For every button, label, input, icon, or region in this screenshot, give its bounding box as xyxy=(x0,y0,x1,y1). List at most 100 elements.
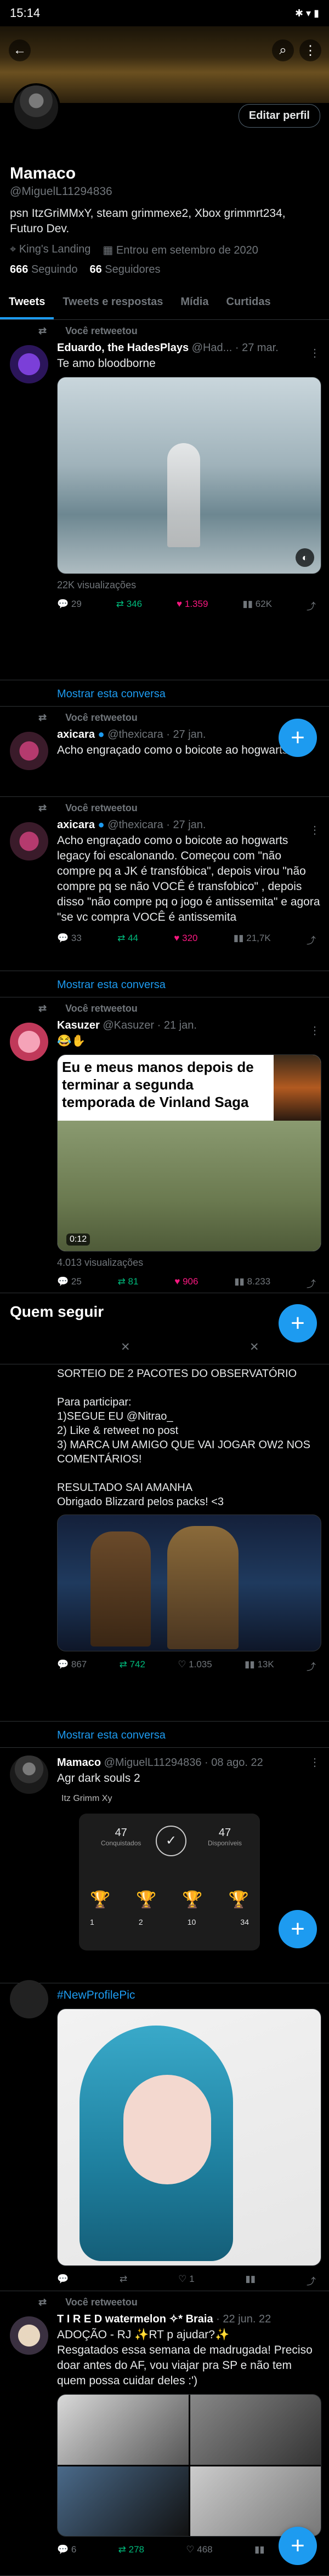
share-icon[interactable]: ⤴ xyxy=(307,2274,316,2287)
tweet-header: axicara ● @thexicara · 27 jan. xyxy=(57,819,206,831)
retweet-button[interactable]: ⇄ xyxy=(120,2274,127,2287)
more-icon[interactable]: ⋮ xyxy=(309,823,320,837)
tweet-actions: 💬 29 ⇄ 346 ♥ 1.359 ▮▮ 62K ⤴ xyxy=(57,599,321,612)
retweet-button[interactable]: ⇄ 44 xyxy=(117,933,138,946)
show-conversation-link[interactable]: Mostrar esta conversa xyxy=(0,1722,329,1748)
compose-button[interactable]: + xyxy=(279,719,317,757)
retweet-button[interactable]: ⇄ 81 xyxy=(118,1276,139,1290)
meme-caption: Eu e meus manos depois de terminar a seg… xyxy=(62,1059,254,1110)
like-button[interactable]: ♥ 320 xyxy=(174,933,197,946)
tweet-actions: 💬 25 ⇄ 81 ♥ 906 ▮▮ 8.233 ⤴ xyxy=(57,1276,321,1290)
reply-button[interactable]: 💬 33 xyxy=(57,933,82,946)
tweet[interactable]: ⇄ Você retweetou ⋮ Kasuzer @Kasuzer · 21 … xyxy=(0,997,329,1293)
tweet[interactable]: ⇄ Você retweetou ⋮ axicara ● @thexicara ·… xyxy=(0,797,329,971)
more-options-icon[interactable]: ⋮ xyxy=(299,39,321,61)
mute-icon[interactable]: ◐ xyxy=(296,548,314,567)
edit-profile-button[interactable]: Editar perfil xyxy=(238,104,320,128)
show-conversation-link[interactable]: Mostrar esta conversa xyxy=(0,971,329,997)
tweet-actions: 💬 ⇄ ♡ 1 ▮▮ ⤴ xyxy=(57,2274,321,2287)
checkmark-icon: ✓ xyxy=(156,1826,186,1856)
tweet-actions: 💬 867 ⇄ 742 ♡ 1.035 ▮▮ 13K ⤴ xyxy=(57,1659,321,1673)
cat-photo[interactable] xyxy=(190,2395,321,2465)
join-date: ▦ Entrou em setembro de 2020 xyxy=(103,244,258,256)
retweet-button[interactable]: ⇄ 742 xyxy=(120,1659,145,1673)
followers-link[interactable]: 66 Seguidores xyxy=(89,263,160,276)
tab-media[interactable]: Mídia xyxy=(172,288,217,319)
tweet-video[interactable]: ◐ xyxy=(57,377,321,574)
compose-button[interactable]: + xyxy=(279,1304,317,1342)
profile-meta: ⌖ King's Landing ▦ Entrou em setembro de… xyxy=(10,243,319,257)
tweet-video[interactable]: Eu e meus manos depois de terminar a seg… xyxy=(57,1054,321,1252)
tweet[interactable]: ⇄ Você retweetou ⋮ Eduardo, the HadesPlay… xyxy=(0,320,329,680)
video-frame xyxy=(58,1121,321,1251)
reply-button[interactable]: 💬 867 xyxy=(57,1659,87,1673)
avatar[interactable] xyxy=(10,822,48,860)
stats-button[interactable]: ▮▮ 13K xyxy=(245,1659,274,1673)
character-figure xyxy=(90,1531,151,1646)
tweet-image-grid[interactable] xyxy=(57,2394,321,2537)
tweet-image[interactable] xyxy=(57,1514,321,1651)
avatar[interactable] xyxy=(10,345,48,383)
more-icon[interactable]: ⋮ xyxy=(309,346,320,360)
show-conversation-link[interactable]: Mostrar esta conversa xyxy=(0,680,329,707)
stats-button[interactable]: ▮▮ 8.233 xyxy=(234,1276,270,1290)
like-button[interactable]: ♥ 1.359 xyxy=(177,599,208,612)
tweet[interactable]: ⋮ Mamaco @MiguelL11294836 · 08 ago. 22 A… xyxy=(0,1748,329,1983)
tweet[interactable]: SORTEIO DE 2 PACOTES DO OBSERVATÓRIO Par… xyxy=(0,1364,329,1722)
compose-button[interactable]: + xyxy=(279,1910,317,1948)
like-button[interactable]: ♡ 1 xyxy=(178,2274,194,2287)
reply-button[interactable]: 💬 29 xyxy=(57,599,82,612)
more-icon[interactable]: ⋮ xyxy=(309,1024,320,1037)
following-link[interactable]: 666 Seguindo xyxy=(10,263,77,276)
stats-button[interactable]: ▮▮ 21,7K xyxy=(234,933,271,946)
tweet-image[interactable] xyxy=(57,2009,321,2266)
back-arrow-icon[interactable]: ← xyxy=(9,39,31,61)
more-icon[interactable]: ⋮ xyxy=(309,1755,320,1769)
avatar[interactable] xyxy=(10,1023,48,1061)
reply-button[interactable]: 💬 6 xyxy=(57,2544,76,2558)
share-icon[interactable]: ⤴ xyxy=(307,933,316,946)
profile-avatar[interactable] xyxy=(12,83,60,131)
stats-button[interactable]: ▮▮ 62K xyxy=(242,599,272,612)
tab-likes[interactable]: Curtidas xyxy=(218,288,280,319)
achievements-available: 47 Disponíveis xyxy=(208,1827,242,1847)
like-button[interactable]: ♥ 906 xyxy=(174,1276,198,1290)
tweet[interactable]: ⇄ Você retweetou axicara ● @thexicara · 2… xyxy=(0,707,329,797)
stats-button[interactable]: ▮▮ xyxy=(245,2274,256,2287)
dismiss-icon[interactable]: ✕ xyxy=(249,1340,259,1354)
trophy-panel: 47 Conquistados ✓ 47 Disponíveis 🏆 🏆 🏆 🏆 1 2 10… xyxy=(79,1814,260,1950)
retweet-indicator: ⇄ Você retweetou xyxy=(38,802,138,813)
reply-button[interactable]: 💬 25 xyxy=(57,1276,82,1290)
compose-button[interactable]: + xyxy=(279,2527,317,2565)
reply-button[interactable]: 💬 xyxy=(57,2274,69,2287)
artwork-face xyxy=(123,2075,211,2184)
share-icon[interactable]: ⤴ xyxy=(307,599,316,612)
avatar[interactable] xyxy=(10,2316,48,2355)
retweet-button[interactable]: ⇄ 346 xyxy=(116,599,142,612)
share-icon[interactable]: ⤴ xyxy=(307,1659,316,1673)
tweet[interactable]: ⇄ Você retweetou T I R E D watermelon ✧* … xyxy=(0,2291,329,2576)
stats-button[interactable]: ▮▮ xyxy=(254,2544,265,2558)
avatar[interactable] xyxy=(10,1755,48,1794)
tweet-text: SORTEIO DE 2 PACOTES DO OBSERVATÓRIO Par… xyxy=(57,1368,310,1508)
share-icon[interactable]: ⤴ xyxy=(307,1276,316,1290)
cat-photo[interactable] xyxy=(58,2395,189,2465)
tweet-text: Agr dark souls 2 xyxy=(57,1772,140,1785)
like-button[interactable]: ♡ 1.035 xyxy=(178,1659,212,1673)
tab-tweets[interactable]: Tweets xyxy=(0,288,54,319)
search-icon[interactable]: ⌕ xyxy=(272,39,294,61)
tweet[interactable]: #NewProfilePic 💬 ⇄ ♡ 1 ▮▮ ⤴ xyxy=(0,1980,329,2291)
cat-photo[interactable] xyxy=(58,2466,189,2536)
retweet-button[interactable]: ⇄ 278 xyxy=(118,2544,144,2558)
avatar[interactable] xyxy=(10,732,48,770)
tweet-header: Kasuzer @Kasuzer · 21 jan. xyxy=(57,1019,197,1031)
like-button[interactable]: ♡ 468 xyxy=(186,2544,212,2558)
tab-replies[interactable]: Tweets e respostas xyxy=(54,288,172,319)
profile-bio: psn ItzGriMMxY, steam grimmexe2, Xbox gr… xyxy=(10,207,286,235)
dismiss-icon[interactable]: ✕ xyxy=(121,1340,131,1354)
hashtag[interactable]: #NewProfilePic xyxy=(57,1988,321,2003)
cat-photo[interactable] xyxy=(190,2466,321,2536)
bronze-trophy-icon: 🏆 xyxy=(228,1891,249,1909)
avatar[interactable] xyxy=(10,1980,48,2018)
tweet-actions: 💬 33 ⇄ 44 ♥ 320 ▮▮ 21,7K ⤴ xyxy=(57,933,321,946)
